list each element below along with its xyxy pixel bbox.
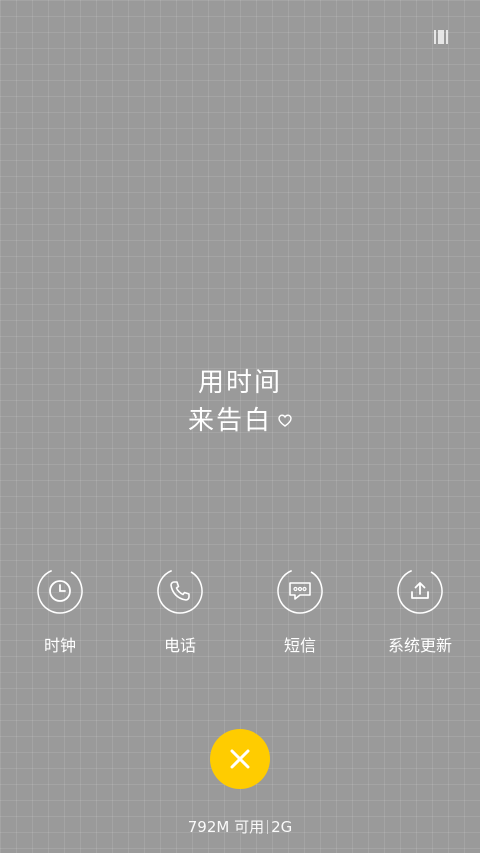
memory-status: 792M 可用 2G bbox=[0, 816, 480, 837]
phone-icon bbox=[156, 567, 204, 615]
shortcut-label: 时钟 bbox=[43, 636, 76, 655]
shortcut-messages[interactable]: 短信 bbox=[240, 567, 360, 655]
divider bbox=[267, 820, 269, 834]
slogan-line-2-wrapper: 来告白 bbox=[188, 402, 292, 440]
barcode-icon[interactable] bbox=[432, 30, 450, 44]
shortcut-phone[interactable]: 电话 bbox=[120, 567, 240, 655]
shortcut-bar: 时钟 电话 短信 系统更新 bbox=[0, 567, 480, 655]
shortcut-system-update[interactable]: 系统更新 bbox=[360, 567, 480, 655]
memory-available: 792M 可用 bbox=[187, 818, 265, 836]
slogan-line-1: 用时间 bbox=[197, 368, 282, 398]
shortcut-clock[interactable]: 时钟 bbox=[0, 567, 120, 655]
clock-icon bbox=[36, 567, 84, 615]
message-icon bbox=[276, 567, 324, 615]
slogan-line-2: 来告白 bbox=[187, 406, 272, 436]
network-type: 2G bbox=[271, 818, 293, 836]
wallpaper-slogan: 用时间 来告白 bbox=[0, 364, 480, 440]
close-button[interactable] bbox=[210, 729, 270, 789]
shortcut-label: 电话 bbox=[163, 636, 196, 655]
upload-icon bbox=[396, 567, 444, 615]
shortcut-label: 系统更新 bbox=[387, 636, 452, 655]
close-icon bbox=[230, 749, 250, 769]
heart-icon bbox=[278, 414, 292, 427]
shortcut-label: 短信 bbox=[283, 636, 316, 655]
